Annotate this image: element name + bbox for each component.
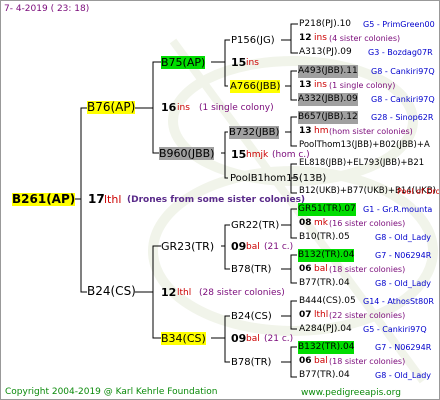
gen4-0-num: 12 [299,33,312,43]
gen4-6-num: 07 [299,310,312,320]
gen2-num-1: 15 [231,148,247,161]
pedigree-chart: 7- 4-2019 ( 23: 18) Copyright 2004-2019 … [0,0,440,400]
date-header: 7- 4-2019 ( 23: 18) [4,4,90,14]
gen2-node-1[interactable]: B960(JBB) [159,147,215,160]
gen2-node-3[interactable]: B34(CS) [161,332,206,345]
gen2-race-0: ins [246,58,259,68]
root-node[interactable]: B261(AP) [12,193,76,206]
gen4-1-bottom-origin: G8 - Cankiri97Q [371,95,435,104]
gen4-0-bottom[interactable]: A313(PJ).09 [299,46,352,59]
gen4-2-top-origin: G28 - Sinop62R [371,113,434,122]
gen4-1-top[interactable]: A493(JBB).11 [298,65,358,78]
gen2-race-3: bal [246,334,260,344]
gen4-0-top-origin: G5 - PrimGreen00 [363,20,435,29]
gen4-6-note: (22 sister colonies) [329,311,406,320]
gen4-7-num: 06 [299,356,312,366]
gen4-1-bottom[interactable]: A332(JBB).09 [298,93,358,106]
root-race: lthl [104,193,122,206]
gen4-4-num: 08 [299,218,312,228]
gen1-note-1: (28 sister colonies) [199,288,285,298]
gen4-7-top-origin: G7 - N06294R [375,343,432,352]
gen4-5-bottom-origin: G8 - Old_Lady [375,279,432,288]
gen4-6-top-origin: G14 - AthosSt80R [363,297,434,306]
gen4-4-bottom[interactable]: B10(TR).05 [299,231,350,244]
gen4-2-num: 13 [299,126,312,136]
gen4-4-race: mk [314,218,328,228]
gen4-1-top-origin: G8 - Cankiri97Q [371,67,435,76]
gen3-node-6[interactable]: B24(CS) [231,310,272,323]
root-num: 17 [88,192,105,206]
gen4-5-top[interactable]: B132(TR).04 [298,249,355,262]
gen4-6-race: lthl [314,310,329,320]
gen4-4-note: (16 sister colonies) [329,219,406,228]
gen3-node-1[interactable]: A766(JBB) [230,80,281,93]
gen3-node-2[interactable]: B732(JBB) [229,126,280,139]
gen4-2-top[interactable]: B657(JBB).12 [298,111,358,124]
gen4-3-bottom-note: Pool of Drones [397,187,440,196]
gen1-note-0: (1 single colony) [199,103,274,113]
root-note: (Drones from some sister colonies) [127,195,306,205]
gen4-5-bottom[interactable]: B77(TR).04 [299,277,350,290]
gen2-node-0[interactable]: B75(AP) [161,56,206,69]
gen2-race-1: hmjk [246,150,269,160]
gen3-node-3[interactable]: PoolB1hom15(13B) [230,172,326,185]
gen4-2-bottom[interactable]: PoolThom13(JBB)+B02(JBB)+A [299,139,430,152]
gen2-race-2: bal [246,242,260,252]
gen4-7-bottom-origin: G8 - Old_Lady [375,371,432,380]
gen1-node-0[interactable]: B76(AP) [87,101,136,114]
gen2-node-2[interactable]: GR23(TR) [161,240,214,253]
gen4-7-top[interactable]: B132(TR).04 [298,341,355,354]
gen3-node-7[interactable]: B78(TR) [231,356,271,369]
gen4-7-note: (18 sister colonies) [329,357,406,366]
gen3-node-5[interactable]: B78(TR) [231,263,271,276]
gen4-6-top[interactable]: B444(CS).05 [299,295,356,308]
gen1-node-1[interactable]: B24(CS) [87,285,136,298]
gen4-2-note: (hom sister colonies) [329,127,413,136]
gen2-num-0: 15 [231,56,247,69]
gen2-note-2: (21 c.) [264,242,294,252]
gen2-num-2: 09 [231,240,247,253]
gen4-6-bottom[interactable]: A284(PJ).04 [299,323,352,336]
gen1-race-1: lthl [177,288,192,298]
gen1-num-0: 16 [161,101,177,114]
gen4-5-top-origin: G7 - N06294R [375,251,432,260]
gen4-3-top[interactable]: EL818(JBB)+EL793(JBB)+B21 [299,157,424,170]
gen3-node-0[interactable]: P156(JG) [231,34,275,47]
gen4-7-bottom[interactable]: B77(TR).04 [299,369,350,382]
gen4-4-top-origin: G1 - Gr.R.mounta [363,205,433,214]
site-url[interactable]: www.pedigreeapis.org [301,387,401,399]
gen4-4-top[interactable]: GR51(TR).07 [298,203,356,216]
gen4-1-note: (1 single colony) [329,81,396,90]
gen1-race-0: ins [177,103,190,113]
gen4-1-race: ins [314,80,327,90]
gen4-7-race: bal [314,356,328,366]
gen4-0-top[interactable]: P218(PJ).10 [299,18,351,31]
gen4-5-race: bal [314,264,328,274]
gen4-1-num: 13 [299,80,312,90]
gen4-5-note: (18 sister colonies) [329,265,406,274]
copyright: Copyright 2004-2019 @ Karl Kehrle Founda… [5,387,218,397]
gen4-4-bottom-origin: G8 - Old_Lady [375,233,432,242]
gen2-note-3: (21 c.) [264,334,294,344]
gen1-num-1: 12 [161,286,177,299]
gen4-0-note: (4 sister colonies) [329,34,401,43]
gen4-0-race: ins [314,33,327,43]
gen4-0-bottom-origin: G3 - Bozdag07R [368,48,433,57]
gen2-num-3: 09 [231,332,247,345]
gen4-2-race: hm [314,126,329,136]
gen4-6-bottom-origin: G5 - Cankiri97Q [363,325,427,334]
gen4-5-num: 06 [299,264,312,274]
gen3-node-4[interactable]: GR22(TR) [231,219,279,232]
